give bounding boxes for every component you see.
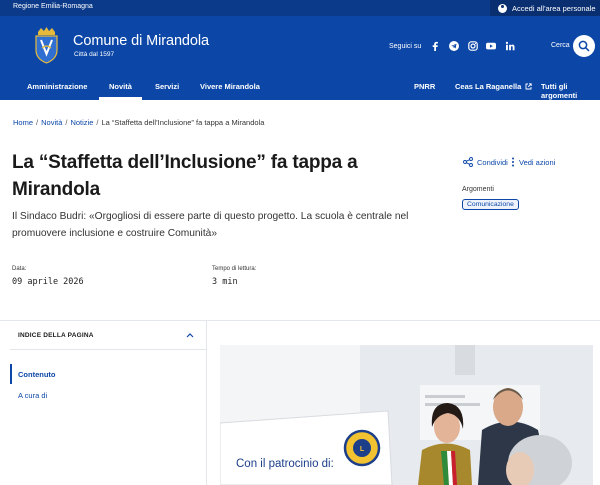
user-icon [498, 3, 507, 13]
breadcrumb-separator: / [65, 118, 68, 127]
search-button[interactable] [573, 35, 595, 57]
social-label: Seguici su [389, 43, 422, 50]
page-index-divider [10, 349, 206, 350]
banner-text: Con il patrocinio di: [236, 458, 334, 470]
page-index-title: INDICE DELLA PAGINA [18, 332, 94, 339]
page-index-item-contenuto[interactable]: Contenuto [18, 370, 56, 379]
topic-chip[interactable]: Comunicazione [462, 199, 519, 210]
nav-item-novita[interactable]: Novità [109, 82, 132, 91]
view-actions-label: Vedi azioni [519, 157, 556, 167]
reading-time-label: Tempo di lettura: [212, 266, 257, 272]
nav-item-ceas-label: Ceas La Raganella [455, 82, 522, 91]
nav-item-vivere-mirandola[interactable]: Vivere Mirandola [200, 82, 260, 91]
nav-item-tutti-argomenti[interactable]: Tutti gli argomenti [541, 82, 600, 100]
breadcrumb: Home / Novità / Notizie / La “Staffetta dell’I… [13, 118, 264, 127]
slim-header: Regione Emilia-Romagna Accedi all'area p… [0, 0, 600, 16]
external-link-icon [525, 83, 533, 90]
topics-label: Argomenti [462, 186, 494, 193]
crest-icon[interactable] [33, 26, 60, 64]
share-icon [463, 157, 473, 167]
site-header: Comune di Mirandola Città dal 1597 Segui… [0, 16, 600, 73]
nav-item-pnrr[interactable]: PNRR [414, 82, 435, 91]
article-image: L Con il patrocinio di: [220, 345, 593, 485]
page-title: La “Staffetta dell’Inclusione” fa tappa … [12, 152, 358, 200]
login-button[interactable]: Accedi all'area personale [490, 0, 600, 16]
breadcrumb-separator: / [96, 118, 99, 127]
breadcrumb-separator: / [36, 118, 39, 127]
site-title[interactable]: Comune di Mirandola [73, 33, 209, 49]
reading-time-value: 3 min [212, 277, 238, 287]
page-index-progress [10, 364, 12, 384]
chevron-up-icon[interactable] [186, 332, 194, 338]
more-vertical-icon [512, 157, 514, 167]
nav-item-ceas[interactable]: Ceas La Raganella [455, 82, 533, 91]
date-label: Data: [12, 266, 27, 272]
article-photo: L Con il patrocinio di: [220, 345, 593, 485]
site-subtitle: Città dal 1597 [74, 51, 115, 58]
breadcrumb-current: La “Staffetta dell’Inclusione” fa tappa … [101, 118, 265, 127]
svg-text:L: L [360, 446, 365, 453]
region-link[interactable]: Regione Emilia-Romagna [13, 3, 93, 10]
login-label: Accedi all'area personale [512, 3, 596, 13]
nav-active-indicator [99, 97, 142, 100]
breadcrumb-home[interactable]: Home [13, 118, 33, 127]
breadcrumb-novita[interactable]: Novità [41, 118, 62, 127]
share-button[interactable]: Condividi [463, 157, 508, 167]
page-index-item-a-cura-di[interactable]: A cura di [18, 391, 47, 400]
article-lead: Il Sindaco Budri: «Orgogliosi di essere … [12, 211, 409, 239]
facebook-icon[interactable] [430, 41, 440, 51]
share-label: Condividi [477, 157, 508, 167]
view-actions-button[interactable]: Vedi azioni [511, 157, 555, 167]
breadcrumb-notizie[interactable]: Notizie [70, 118, 93, 127]
search-label: Cerca [551, 42, 570, 49]
nav-item-servizi[interactable]: Servizi [155, 82, 179, 91]
instagram-icon[interactable] [468, 41, 478, 51]
nav-item-amministrazione[interactable]: Amministrazione [27, 82, 87, 91]
page-index-border [206, 321, 207, 485]
section-divider [0, 320, 600, 321]
youtube-icon[interactable] [486, 41, 496, 51]
search-icon [578, 40, 590, 52]
date-value: 09 aprile 2026 [12, 277, 84, 287]
main-nav: Amministrazione Novità Servizi Vivere Mi… [0, 73, 600, 100]
linkedin-icon[interactable] [505, 41, 515, 51]
telegram-icon[interactable] [449, 41, 459, 51]
